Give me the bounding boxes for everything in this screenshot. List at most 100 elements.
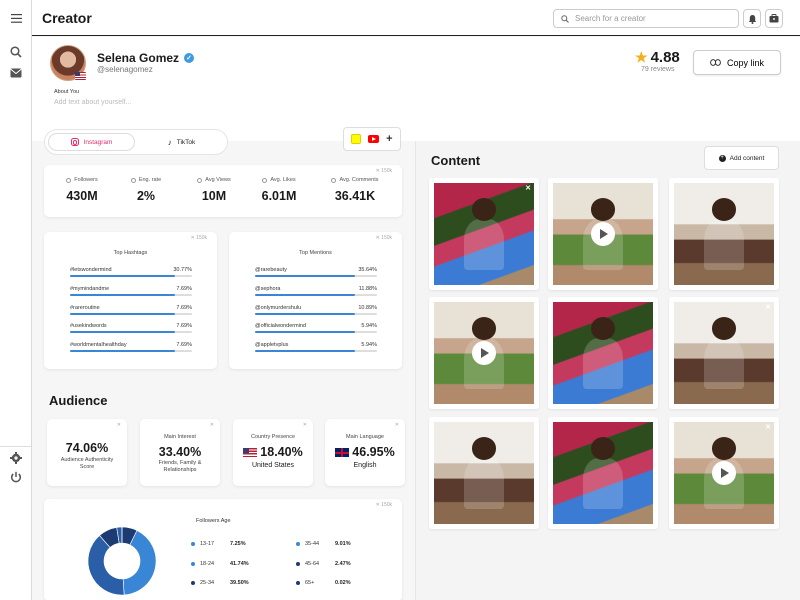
stat-avg-likes: Avg. Likes 6.01M: [243, 177, 315, 203]
person-figure: [591, 317, 615, 340]
mention-row: @sephora 11.88%: [255, 286, 377, 300]
card-title: Top Mentions: [299, 250, 332, 256]
close-icon[interactable]: ✕ 150k: [191, 235, 207, 241]
person-body: [583, 337, 623, 389]
followers-age-donut: [87, 526, 157, 596]
authenticity-caption: Audience Authenticity Score: [60, 457, 114, 470]
copy-link-button[interactable]: Copy link: [693, 50, 781, 75]
stat-label: Followers: [74, 177, 98, 183]
age-row: 25-34 39.50%: [191, 578, 271, 588]
add-content-button[interactable]: + Add content: [704, 146, 779, 170]
content-tile[interactable]: [429, 297, 539, 409]
add-platform-button[interactable]: +: [386, 133, 392, 145]
stat-value: 36.41K: [334, 189, 376, 203]
hashtag-row: #worldmentalhealthday 7.69%: [70, 342, 192, 356]
verified-icon: ✓: [184, 53, 195, 63]
top-mentions-card: ✕ 150k Top Mentions @rarebeauty 35.64% @s…: [229, 232, 402, 369]
age-row: 65+ 0.02%: [296, 578, 376, 588]
mail-icon[interactable]: [8, 65, 24, 81]
close-icon[interactable]: ✕ 150k: [376, 168, 392, 174]
stat-label: Avg. Likes: [270, 177, 296, 183]
language-name: English: [353, 462, 377, 469]
interest-value: 33.40%: [158, 445, 202, 459]
audience-title: Audience: [49, 393, 108, 408]
engagement-icon: [130, 177, 136, 183]
top-hashtags-card: ✕ 150k Top Hashtags #letswondermind 30.77…: [44, 232, 217, 369]
person-body: [704, 337, 744, 389]
menu-icon[interactable]: [8, 10, 24, 26]
close-icon[interactable]: ✕ 150k: [376, 235, 392, 241]
snapchat-icon[interactable]: [351, 134, 362, 144]
stat-followers: Followers 430M: [46, 177, 118, 203]
wallet-button[interactable]: [765, 9, 783, 28]
close-icon[interactable]: ✕: [117, 422, 121, 428]
stat-label: Avg Views: [205, 177, 231, 183]
person-body: [464, 218, 504, 270]
play-icon[interactable]: [472, 341, 496, 365]
content-tile[interactable]: ✕: [669, 417, 779, 529]
top-bar: Creator: [32, 0, 800, 36]
age-row: 18-24 41.74%: [191, 559, 271, 569]
play-icon[interactable]: [712, 461, 736, 485]
content-thumbnail: [674, 183, 774, 285]
authenticity-card: ✕ 74.06% Audience Authenticity Score: [47, 419, 127, 486]
about-label: About You: [54, 89, 80, 95]
hashtag-row: #usekindwords 7.69%: [70, 323, 192, 337]
age-row: 13-17 7.25%: [191, 539, 271, 549]
content-thumbnail: [553, 183, 653, 285]
language-label: Main Language: [346, 434, 384, 440]
stat-avg-views: Avg Views 10M: [178, 177, 250, 203]
gear-icon[interactable]: [8, 450, 24, 466]
power-icon[interactable]: [8, 469, 24, 485]
search-icon: [561, 14, 569, 23]
close-icon[interactable]: ✕ 150k: [376, 502, 392, 508]
tab-label: Instagram: [83, 138, 113, 146]
stat-label: Avg. Comments: [339, 177, 379, 183]
mention-row: @officialwondermind 5.94%: [255, 323, 377, 337]
card-title: Top Hashtags: [113, 250, 148, 256]
stat-label: Eng. rate: [138, 177, 162, 183]
content-tile[interactable]: ✕: [429, 178, 539, 290]
close-icon[interactable]: ✕: [395, 422, 399, 428]
content-tile[interactable]: [429, 417, 539, 529]
country-value: 18.40%: [260, 445, 303, 459]
platform-picker: +: [343, 127, 401, 151]
close-icon[interactable]: ✕: [303, 422, 307, 428]
search-icon[interactable]: [8, 44, 24, 60]
content-tile[interactable]: [548, 297, 658, 409]
play-icon[interactable]: [591, 222, 615, 246]
stats-card: ✕ 150k Followers 430M Eng. rate 2% Avg V…: [44, 165, 402, 217]
stat-eng-rate: Eng. rate 2%: [110, 177, 182, 203]
tab-instagram[interactable]: Instagram: [48, 133, 135, 151]
language-value: 46.95%: [352, 445, 395, 459]
uk-flag-icon: [335, 448, 350, 458]
close-icon[interactable]: ✕: [765, 423, 771, 431]
tab-tiktok[interactable]: ♪ TikTok: [139, 133, 224, 151]
person-figure: [472, 198, 496, 221]
search-input[interactable]: [575, 14, 725, 23]
stat-value: 10M: [201, 189, 227, 203]
person-body: [583, 457, 623, 509]
content-tile[interactable]: [548, 417, 658, 529]
star-icon: ★: [635, 49, 648, 65]
about-input[interactable]: Add text about yourself...: [54, 99, 131, 106]
close-icon[interactable]: ✕: [765, 303, 771, 311]
heart-icon: [197, 177, 203, 183]
content-tile[interactable]: [669, 178, 779, 290]
search-box[interactable]: [553, 9, 739, 28]
profile-name-row: Selena Gomez ✓: [97, 51, 195, 65]
stat-value: 430M: [66, 189, 98, 203]
interest-label: Main Interest: [164, 434, 196, 440]
content-tile[interactable]: ✕: [669, 297, 779, 409]
close-icon[interactable]: ✕: [525, 184, 531, 192]
donut-slice-25-34: [87, 535, 125, 596]
youtube-icon[interactable]: [368, 135, 380, 143]
plus-icon: +: [718, 154, 726, 162]
stats-column: Instagram ♪ TikTok + ✕ 150k Followers 43…: [32, 127, 416, 600]
person-figure: [472, 437, 496, 460]
notifications-button[interactable]: [743, 9, 761, 28]
close-icon[interactable]: ✕: [210, 422, 214, 428]
comment-icon: [331, 177, 337, 183]
platform-tabs: Instagram ♪ TikTok: [44, 129, 228, 155]
content-tile[interactable]: [548, 178, 658, 290]
